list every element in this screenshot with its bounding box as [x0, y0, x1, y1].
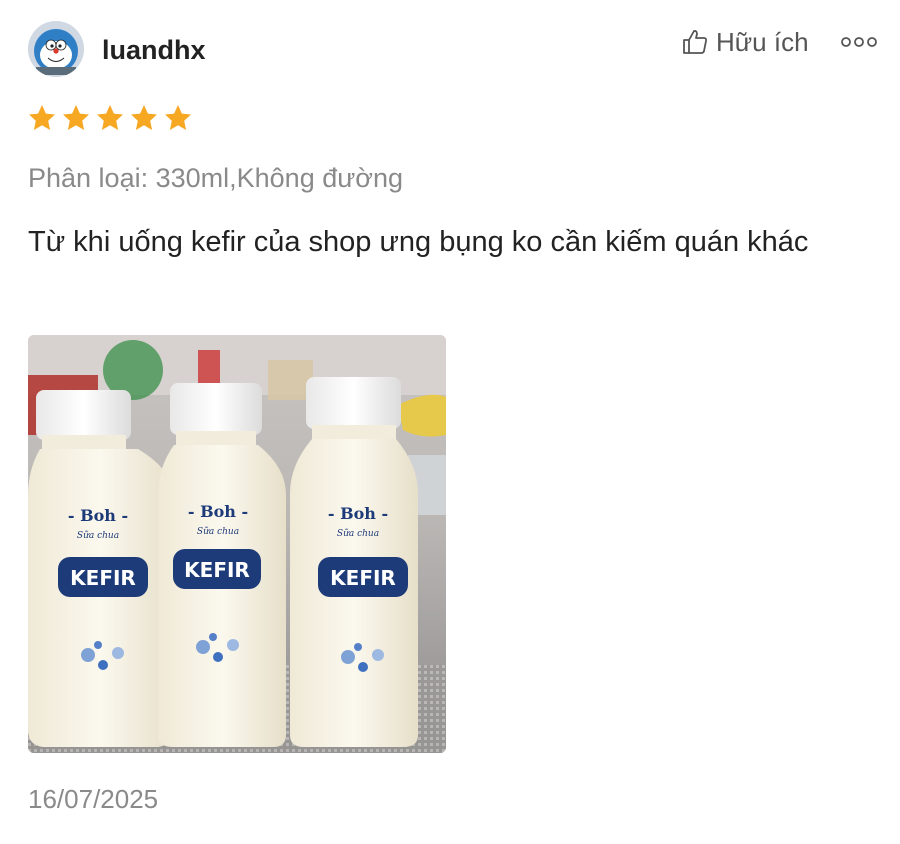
bottle-product: KEFIR — [184, 558, 250, 582]
helpful-button[interactable]: Hữu ích — [680, 24, 809, 60]
star-icon — [129, 103, 159, 133]
bottle-brand: - Boh - — [68, 506, 128, 525]
kefir-bottles-photo: - Boh - Sữa chua KEFIR - Boh - Sữa chua … — [28, 335, 446, 753]
star-icon — [61, 103, 91, 133]
bottle-product: KEFIR — [70, 566, 136, 590]
cartoon-avatar-icon — [28, 21, 84, 77]
star-icon — [163, 103, 193, 133]
user-avatar[interactable] — [28, 21, 84, 77]
bottle-subtitle: Sữa chua — [77, 530, 119, 541]
star-icon — [95, 103, 125, 133]
thumbs-up-icon — [683, 30, 707, 54]
helpful-label: Hữu ích — [716, 26, 809, 57]
review-date: 16/07/2025 — [28, 784, 159, 814]
review-photo[interactable]: - Boh - Sữa chua KEFIR - Boh - Sữa chua … — [28, 335, 446, 753]
star-rating — [27, 103, 193, 133]
star-icon — [27, 103, 57, 133]
review-comment: Từ khi uống kefir của shop ưng bụng ko c… — [28, 226, 809, 258]
bottle-subtitle: Sữa chua — [337, 528, 379, 539]
bottle-subtitle: Sữa chua — [197, 526, 239, 537]
bottle-brand: - Boh - — [188, 502, 248, 521]
bottle-brand: - Boh - — [328, 504, 388, 523]
bottle-product: KEFIR — [330, 566, 396, 590]
more-options-icon — [841, 37, 877, 47]
more-options-button[interactable] — [840, 30, 878, 54]
username[interactable]: luandhx — [102, 34, 206, 66]
product-variant: Phân loại: 330ml,Không đường — [28, 163, 404, 193]
